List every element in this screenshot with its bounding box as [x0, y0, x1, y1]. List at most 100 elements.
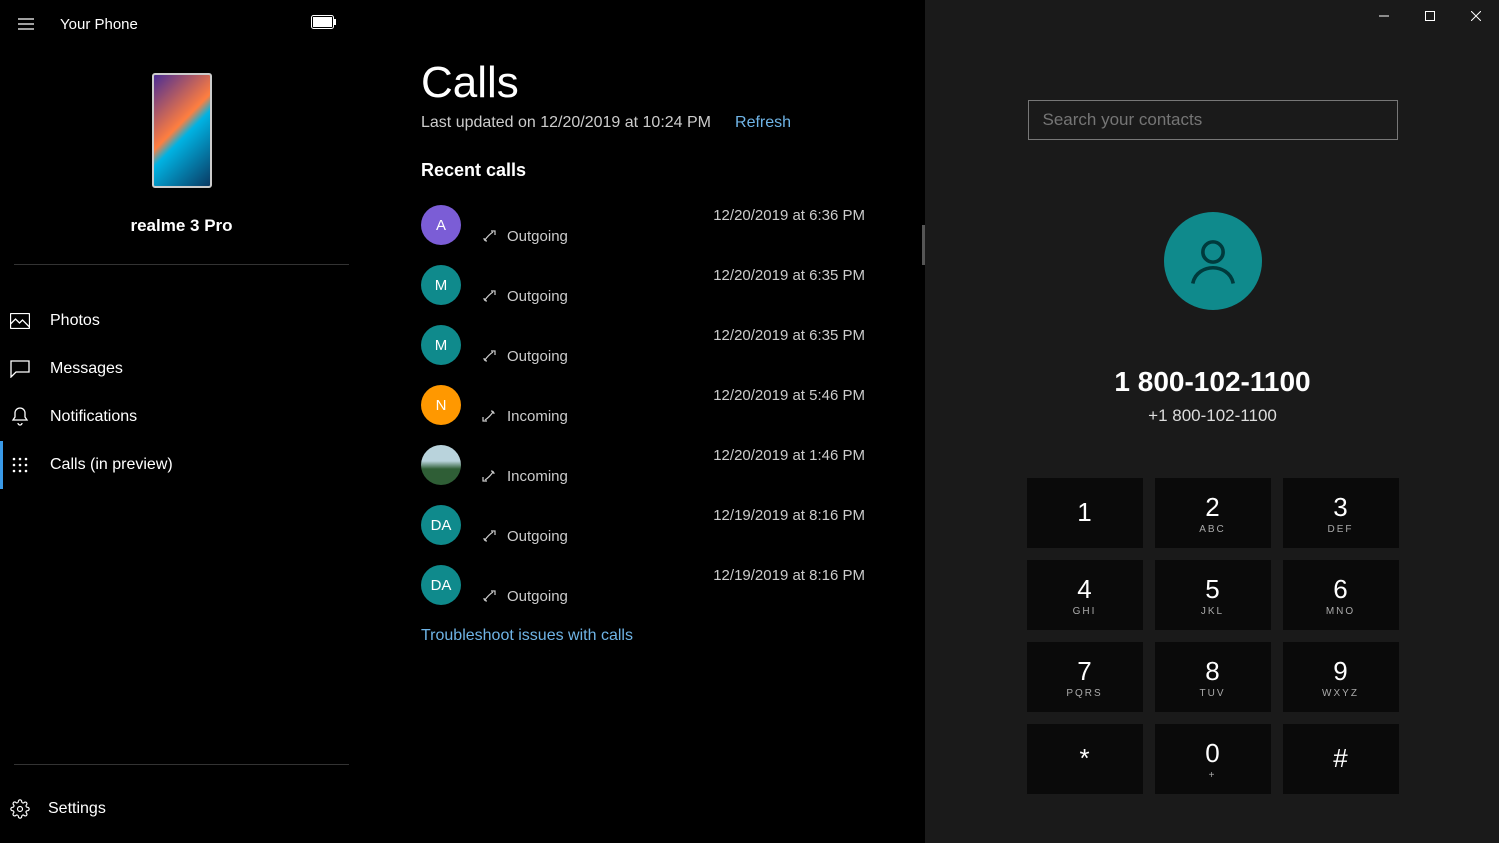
call-meta: Outgoing — [481, 288, 568, 305]
window-controls — [1361, 0, 1499, 32]
caller-avatar: DA — [421, 505, 461, 545]
dial-digit: 8 — [1205, 656, 1219, 687]
call-direction: Outgoing — [507, 228, 568, 245]
sidebar: Your Phone realme 3 Pro Photos Messages No… — [0, 0, 363, 843]
settings-label: Settings — [48, 800, 106, 818]
dialpad-icon — [10, 455, 30, 475]
outgoing-icon — [481, 588, 497, 604]
call-item[interactable]: NIncoming12/20/2019 at 5:46 PM — [421, 375, 885, 435]
hamburger-icon[interactable] — [10, 8, 42, 40]
call-time: 12/19/2019 at 8:16 PM — [713, 505, 885, 524]
caller-avatar: M — [421, 325, 461, 365]
dialpad: 12ABC3DEF4GHI5JKL6MNO7PQRS8TUV9WXYZ*0+# — [1027, 478, 1399, 794]
dial-sub: MNO — [1326, 606, 1355, 617]
dial-digit: 0 — [1205, 738, 1219, 769]
call-item[interactable]: M Outgoing 12/20/2019 at 6:35 PM — [421, 255, 885, 315]
call-time: 12/19/2019 at 8:16 PM — [713, 565, 885, 584]
call-direction: Outgoing — [507, 288, 568, 305]
dial-digit: * — [1079, 743, 1089, 774]
troubleshoot-link[interactable]: Troubleshoot issues with calls — [421, 627, 885, 645]
dial-key-1[interactable]: 1 — [1027, 478, 1143, 548]
calls-list: A Outgoing 12/20/2019 at 6:36 PM M Outgoing 1… — [421, 195, 885, 615]
call-time: 12/20/2019 at 6:35 PM — [713, 265, 885, 284]
dial-digit: 4 — [1077, 574, 1091, 605]
photos-icon — [10, 311, 30, 331]
dial-digit: 9 — [1333, 656, 1347, 687]
caller-avatar — [421, 445, 461, 485]
contact-display-name: 1 800-102-1100 — [1114, 366, 1310, 398]
sidebar-item-calls[interactable]: Calls (in preview) — [0, 441, 363, 489]
dial-sub: TUV — [1200, 688, 1226, 699]
dial-key-0[interactable]: 0+ — [1155, 724, 1271, 794]
dial-key-2[interactable]: 2ABC — [1155, 478, 1271, 548]
dial-digit: 6 — [1333, 574, 1347, 605]
calls-panel: Calls Last updated on 12/20/2019 at 10:2… — [363, 0, 926, 843]
dial-digit: 5 — [1205, 574, 1219, 605]
dial-sub: GHI — [1073, 606, 1097, 617]
call-direction: Outgoing — [507, 588, 568, 605]
call-meta: Incoming — [481, 468, 568, 485]
sidebar-item-settings[interactable]: Settings — [0, 785, 363, 833]
nav-list: Photos Messages Notifications Calls (in pre… — [0, 297, 363, 489]
dial-key-6[interactable]: 6MNO — [1283, 560, 1399, 630]
last-updated: Last updated on 12/20/2019 at 10:24 PM — [421, 114, 711, 132]
caller-avatar: A — [421, 205, 461, 245]
call-meta: Outgoing — [481, 588, 568, 605]
nav-label: Notifications — [50, 408, 137, 426]
dial-sub: DEF — [1328, 524, 1354, 535]
caller-avatar: DA — [421, 565, 461, 605]
call-time: 12/20/2019 at 6:35 PM — [713, 325, 885, 344]
phone-preview: realme 3 Pro — [0, 48, 363, 254]
nav-label: Messages — [50, 360, 123, 378]
dial-digit: 7 — [1077, 656, 1091, 687]
app-title: Your Phone — [60, 16, 138, 33]
caller-avatar: M — [421, 265, 461, 305]
contact-number: +1 800-102-1100 — [1148, 406, 1277, 426]
gear-icon — [10, 799, 30, 819]
incoming-icon — [481, 408, 497, 424]
call-item[interactable]: M Outgoing 12/20/2019 at 6:35 PM — [421, 315, 885, 375]
nav-label: Calls (in preview) — [50, 456, 173, 474]
dial-key-3[interactable]: 3DEF — [1283, 478, 1399, 548]
dial-digit: 2 — [1205, 492, 1219, 523]
nav-label: Photos — [50, 312, 100, 330]
call-item[interactable]: DA Outgoing 12/19/2019 at 8:16 PM — [421, 495, 885, 555]
phone-name: realme 3 Pro — [130, 216, 232, 236]
divider — [14, 764, 349, 765]
notifications-icon — [10, 407, 30, 427]
outgoing-icon — [481, 528, 497, 544]
sidebar-item-messages[interactable]: Messages — [0, 345, 363, 393]
dial-key-7[interactable]: 7PQRS — [1027, 642, 1143, 712]
dial-key-*[interactable]: * — [1027, 724, 1143, 794]
call-item[interactable]: A Outgoing 12/20/2019 at 6:36 PM — [421, 195, 885, 255]
minimize-button[interactable] — [1361, 0, 1407, 32]
outgoing-icon — [481, 288, 497, 304]
dial-key-4[interactable]: 4GHI — [1027, 560, 1143, 630]
scrollbar[interactable] — [1485, 32, 1499, 843]
call-item[interactable]: Incoming12/20/2019 at 1:46 PM — [421, 435, 885, 495]
dial-digit: # — [1333, 743, 1347, 774]
sidebar-item-photos[interactable]: Photos — [0, 297, 363, 345]
dial-sub: PQRS — [1066, 688, 1102, 699]
dial-key-#[interactable]: # — [1283, 724, 1399, 794]
dial-key-9[interactable]: 9WXYZ — [1283, 642, 1399, 712]
dial-digit: 3 — [1333, 492, 1347, 523]
call-time: 12/20/2019 at 5:46 PM — [713, 385, 885, 404]
subhead: Last updated on 12/20/2019 at 10:24 PM R… — [421, 114, 885, 132]
call-item[interactable]: DA Outgoing 12/19/2019 at 8:16 PM — [421, 555, 885, 615]
search-contacts-input[interactable] — [1028, 100, 1398, 140]
call-meta: Outgoing — [481, 348, 568, 365]
sidebar-item-notifications[interactable]: Notifications — [0, 393, 363, 441]
refresh-link[interactable]: Refresh — [735, 114, 791, 132]
call-direction: Outgoing — [507, 528, 568, 545]
dial-key-5[interactable]: 5JKL — [1155, 560, 1271, 630]
maximize-button[interactable] — [1407, 0, 1453, 32]
battery-icon — [311, 15, 337, 34]
call-time: 12/20/2019 at 6:36 PM — [713, 205, 885, 224]
dial-sub: ABC — [1199, 524, 1226, 535]
close-button[interactable] — [1453, 0, 1499, 32]
dial-digit: 1 — [1077, 497, 1091, 528]
dial-key-8[interactable]: 8TUV — [1155, 642, 1271, 712]
sidebar-header: Your Phone — [0, 0, 363, 48]
phone-thumbnail[interactable] — [152, 73, 212, 188]
